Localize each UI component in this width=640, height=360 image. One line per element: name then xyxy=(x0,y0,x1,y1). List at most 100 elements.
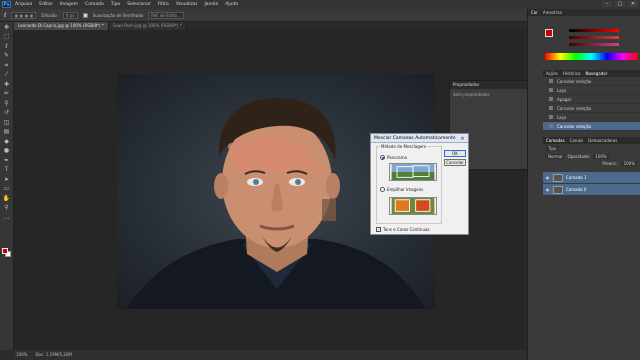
selection-mode-group[interactable]: ▣ ▣ ▣ ▣ xyxy=(11,11,37,19)
tab-channels[interactable]: Canais xyxy=(570,137,583,144)
layer-kind-select[interactable]: Tipo xyxy=(546,146,559,151)
shape-tool-icon[interactable]: ▭ xyxy=(3,185,11,193)
history-item-label: Laço xyxy=(557,87,567,93)
color-spectrum[interactable] xyxy=(545,53,638,60)
menu-item-janela[interactable]: Janela xyxy=(204,2,218,7)
history-step-icon xyxy=(549,88,553,92)
layers-header: Camadas Canais Demarcadores Tipo Normal … xyxy=(543,137,640,167)
color-fg-swatch[interactable] xyxy=(545,29,553,37)
tab-layers[interactable]: Camadas xyxy=(546,137,565,144)
photoshop-logo: Ps xyxy=(2,1,11,8)
tab-paths[interactable]: Demarcadores xyxy=(588,137,617,144)
status-bar: 100% Doc: 1,19M/5,20M xyxy=(14,350,526,360)
eye-icon[interactable]: ◉ xyxy=(545,187,550,192)
path-select-icon[interactable]: ➤ xyxy=(3,176,11,184)
move-tool-icon[interactable]: ✥ xyxy=(3,24,11,32)
lasso-tool-icon[interactable]: ℓ xyxy=(3,43,11,51)
history-item[interactable]: Laço xyxy=(543,113,640,122)
zoom-tool-icon[interactable]: ⚲ xyxy=(3,204,11,212)
seamless-tones-checkbox[interactable]: ✓ xyxy=(376,227,381,232)
eyedropper-icon[interactable]: ⁄ xyxy=(3,71,11,79)
stack-images-radio[interactable] xyxy=(380,187,385,192)
blue-slider[interactable] xyxy=(569,43,619,46)
auto-blend-dialog: Mesclar Camadas Automaticamente ✕ Método… xyxy=(370,133,469,235)
ok-button[interactable]: OK xyxy=(444,150,466,157)
layer-row[interactable]: ◉ Camada 0 xyxy=(543,184,640,195)
history-step-icon xyxy=(549,97,553,101)
seamless-tones-label: Tons e Cores Contínuas xyxy=(383,227,430,232)
layers-panel-tabs: Camadas Canais Demarcadores xyxy=(543,137,640,144)
blend-method-group: Método de Mesclagem Panorama Empilhar Im… xyxy=(376,144,442,224)
refine-edge-button[interactable]: Ref. de Estilo... xyxy=(148,11,184,19)
brush-tool-icon[interactable]: ✏ xyxy=(3,90,11,98)
clone-stamp-icon[interactable]: ⚲ xyxy=(3,100,11,108)
history-item-label: Cancelar seleção xyxy=(557,123,592,129)
window-controls: – □ ✕ xyxy=(602,1,638,7)
eraser-tool-icon[interactable]: ◫ xyxy=(3,119,11,127)
tab-navigator[interactable]: Navegador xyxy=(585,70,607,77)
feather-input[interactable]: 0 px xyxy=(62,11,78,19)
history-panel: Ações Histórico Navegador Cancelar seleç… xyxy=(543,70,640,132)
lasso-tool-icon[interactable]: ℓ xyxy=(4,12,6,19)
tools-panel: ✥ ⬚ ℓ ✎ ⌗ ⁄ ✚ ✏ ⚲ ↺ ◫ ▤ ◆ ● ✒ T ➤ ▭ ✋ ⚲ … xyxy=(0,22,14,350)
close-icon[interactable]: ✕ xyxy=(628,1,638,7)
tab-color[interactable]: Cor xyxy=(531,9,538,16)
menu-item-camada[interactable]: Camada xyxy=(85,2,104,7)
foreground-color-swatch[interactable] xyxy=(2,248,8,254)
history-item[interactable]: Cancelar seleção xyxy=(543,122,640,131)
layer-row[interactable]: ◉ Camada 1 xyxy=(543,172,640,183)
minimize-icon[interactable]: – xyxy=(602,1,612,7)
menu-item-filtro[interactable]: Filtro xyxy=(158,2,169,7)
tab-leonardo[interactable]: Leonardo Di Caprio.jpg @ 100% (RGB/8*) * xyxy=(14,22,109,30)
history-item-label: Cancelar seleção xyxy=(557,105,592,111)
layer-mode-row: Normal Opacidade: 100% xyxy=(543,153,640,160)
menu-item-arquivo[interactable]: Arquivo xyxy=(15,2,32,7)
history-item[interactable]: Cancelar seleção xyxy=(543,104,640,113)
history-item[interactable]: Apagar xyxy=(543,95,640,104)
history-item-label: Cancelar seleção xyxy=(557,78,592,84)
type-tool-icon[interactable]: T xyxy=(3,166,11,174)
history-brush-icon[interactable]: ↺ xyxy=(3,109,11,117)
close-icon[interactable]: ✕ xyxy=(459,136,466,142)
crop-tool-icon[interactable]: ⌗ xyxy=(3,62,11,70)
menu-item-selecionar[interactable]: Selecionar xyxy=(127,2,151,7)
dialog-title: Mesclar Camadas Automaticamente xyxy=(371,134,468,143)
zoom-level[interactable]: 100% xyxy=(16,350,27,360)
marquee-tool-icon[interactable]: ⬚ xyxy=(3,33,11,41)
layer-thumbnail xyxy=(553,173,563,182)
tab-history[interactable]: Histórico xyxy=(563,70,581,77)
menu-item-tipo[interactable]: Tipo xyxy=(111,2,120,7)
opacity-input[interactable]: 100% xyxy=(593,154,609,159)
green-slider[interactable] xyxy=(569,36,619,39)
menu-item-imagem[interactable]: Imagem xyxy=(60,2,78,7)
history-item[interactable]: Cancelar seleção xyxy=(543,77,640,86)
healing-brush-icon[interactable]: ✚ xyxy=(3,81,11,89)
menu-item-visualizar[interactable]: Visualizar xyxy=(176,2,198,7)
cancel-button[interactable]: Cancelar xyxy=(444,159,466,166)
tab-swatches[interactable]: Amostras xyxy=(543,9,562,16)
maximize-icon[interactable]: □ xyxy=(615,1,625,7)
dodge-tool-icon[interactable]: ● xyxy=(3,147,11,155)
gradient-tool-icon[interactable]: ▤ xyxy=(3,128,11,136)
fill-input[interactable]: 100% xyxy=(621,161,637,166)
hand-tool-icon[interactable]: ✋ xyxy=(3,195,11,203)
history-step-icon xyxy=(549,124,553,128)
history-item[interactable]: Laço xyxy=(543,86,640,95)
blend-mode-select[interactable]: Normal xyxy=(546,154,565,159)
quick-select-icon[interactable]: ✎ xyxy=(3,52,11,60)
menu-item-editar[interactable]: Editar xyxy=(39,2,52,7)
history-panel-tabs: Ações Histórico Navegador xyxy=(543,70,640,77)
more-tools-icon[interactable]: … xyxy=(3,214,11,222)
layer-thumbnail xyxy=(553,185,563,194)
pen-tool-icon[interactable]: ✒ xyxy=(3,157,11,165)
antialias-checkbox[interactable] xyxy=(82,12,88,18)
eye-icon[interactable]: ◉ xyxy=(545,175,550,180)
history-item-label: Laço xyxy=(557,114,567,120)
tab-sean-penn[interactable]: Sean Penn.jpg @ 100% (RGB/8*) * xyxy=(108,22,187,30)
red-slider[interactable] xyxy=(569,29,619,32)
menu-item-ajuda[interactable]: Ajuda xyxy=(225,2,238,7)
tab-actions[interactable]: Ações xyxy=(546,70,558,77)
panorama-radio[interactable] xyxy=(380,155,385,160)
layer-name: Camada 0 xyxy=(566,187,587,192)
blur-tool-icon[interactable]: ◆ xyxy=(3,138,11,146)
